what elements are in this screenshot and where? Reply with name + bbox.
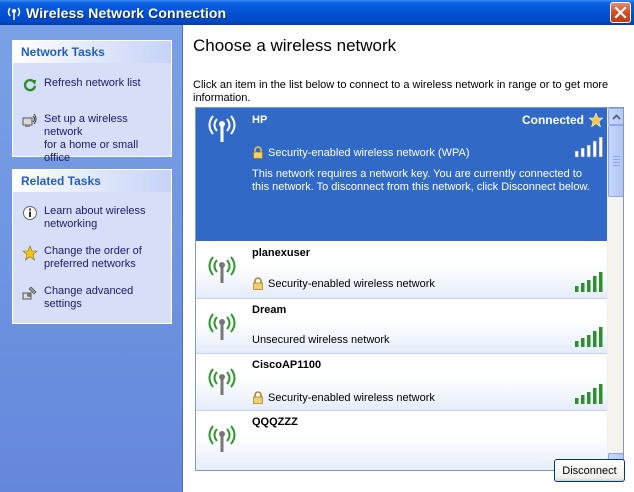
vertical-scrollbar[interactable]	[607, 108, 623, 470]
learn-wireless-label: Learn about wireless networking	[44, 205, 146, 231]
main-content: Choose a wireless network Click an item …	[184, 25, 634, 492]
refresh-network-list-link[interactable]: Refresh network list	[13, 77, 171, 93]
close-button[interactable]	[610, 2, 631, 23]
network-ssid: HP	[252, 114, 268, 126]
security-label: Security-enabled wireless network	[268, 391, 435, 404]
connected-status: Connected	[522, 112, 604, 128]
star-icon	[588, 112, 604, 128]
signal-strength-icon	[575, 327, 603, 347]
setup-line1: Set up a wireless network	[44, 113, 128, 138]
wireless-signal-icon	[208, 425, 236, 452]
order-line1: Change the order of	[44, 245, 142, 257]
wireless-signal-icon	[208, 368, 236, 395]
network-item-ciscoap1100[interactable]: CiscoAP1100 Security-enabled wireless ne…	[196, 355, 610, 411]
learn-line1: Learn about wireless	[44, 205, 146, 217]
title-bar: Wireless Network Connection	[0, 0, 634, 25]
security-label: Unsecured wireless network	[252, 334, 390, 346]
signal-strength-icon	[575, 272, 603, 292]
star-icon	[22, 245, 38, 261]
setup-line2: for a home or small office	[44, 139, 139, 164]
network-list[interactable]: HP Connected Security-enabled wireless n…	[195, 107, 624, 471]
close-icon	[614, 6, 627, 19]
setup-network-icon	[22, 113, 38, 129]
refresh-network-list-label: Refresh network list	[44, 77, 141, 89]
lock-icon	[253, 391, 263, 404]
signal-strength-icon	[574, 136, 603, 158]
scroll-up-button[interactable]	[608, 108, 623, 125]
change-advanced-settings-link[interactable]: Change advanced settings	[13, 285, 171, 311]
network-ssid: CiscoAP1100	[252, 359, 322, 371]
order-line2: preferred networks	[44, 258, 136, 270]
learn-wireless-link[interactable]: Learn about wireless networking	[13, 205, 171, 231]
setup-wireless-network-link[interactable]: Set up a wireless network for a home or …	[13, 113, 171, 165]
connected-label: Connected	[521, 113, 584, 127]
scroll-thumb[interactable]	[608, 125, 623, 197]
wireless-signal-icon	[208, 115, 236, 142]
wireless-antenna-icon	[6, 5, 22, 21]
setup-wireless-network-label: Set up a wireless network for a home or …	[44, 113, 165, 165]
network-security: Security-enabled wireless network	[252, 277, 435, 290]
task-pane: Network Tasks Refresh network list Set u…	[0, 25, 183, 492]
settings-icon	[22, 285, 38, 301]
change-order-label: Change the order of preferred networks	[44, 245, 142, 271]
network-security: Unsecured wireless network	[252, 334, 390, 346]
related-tasks-header[interactable]: Related Tasks	[13, 170, 171, 192]
related-tasks-panel: Related Tasks Learn about wireless netwo…	[12, 169, 172, 324]
info-icon	[22, 205, 38, 221]
network-item-dream[interactable]: Dream Unsecured wireless network	[196, 300, 610, 354]
lock-icon	[253, 277, 263, 290]
advanced-line1: Change advanced	[44, 285, 134, 297]
wireless-signal-icon	[208, 256, 236, 283]
network-item-hp[interactable]: HP Connected Security-enabled wireless n…	[196, 108, 610, 242]
advanced-line2: settings	[44, 298, 82, 310]
signal-strength-icon	[575, 384, 603, 404]
change-advanced-label: Change advanced settings	[44, 285, 133, 311]
page-title: Choose a wireless network	[193, 36, 397, 55]
network-tasks-panel: Network Tasks Refresh network list Set u…	[12, 40, 172, 164]
window-title: Wireless Network Connection	[26, 4, 227, 21]
network-security: Security-enabled wireless network (WPA)	[252, 146, 470, 159]
network-item-planexuser[interactable]: planexuser Security-enabled wireless net…	[196, 243, 610, 299]
disconnect-button[interactable]: Disconnect	[554, 459, 625, 482]
network-ssid: planexuser	[252, 247, 311, 259]
network-description: This network requires a network key. You…	[252, 168, 590, 193]
chevron-up-icon	[611, 113, 621, 120]
refresh-icon	[22, 77, 38, 93]
learn-line2: networking	[44, 218, 98, 230]
lock-icon	[253, 146, 263, 159]
network-security: Security-enabled wireless network	[252, 391, 435, 404]
change-order-link[interactable]: Change the order of preferred networks	[13, 245, 171, 271]
instructions-text: Click an item in the list below to conne…	[193, 79, 609, 104]
security-label: Security-enabled wireless network (WPA)	[268, 146, 470, 159]
network-ssid: Dream	[252, 304, 287, 316]
network-item-qqqzzz[interactable]: QQQZZZ	[196, 412, 610, 470]
network-rows: HP Connected Security-enabled wireless n…	[196, 108, 610, 470]
security-label: Security-enabled wireless network	[268, 277, 435, 290]
network-tasks-header[interactable]: Network Tasks	[13, 41, 171, 63]
network-ssid: QQQZZZ	[252, 416, 298, 428]
wireless-signal-icon	[208, 313, 236, 340]
